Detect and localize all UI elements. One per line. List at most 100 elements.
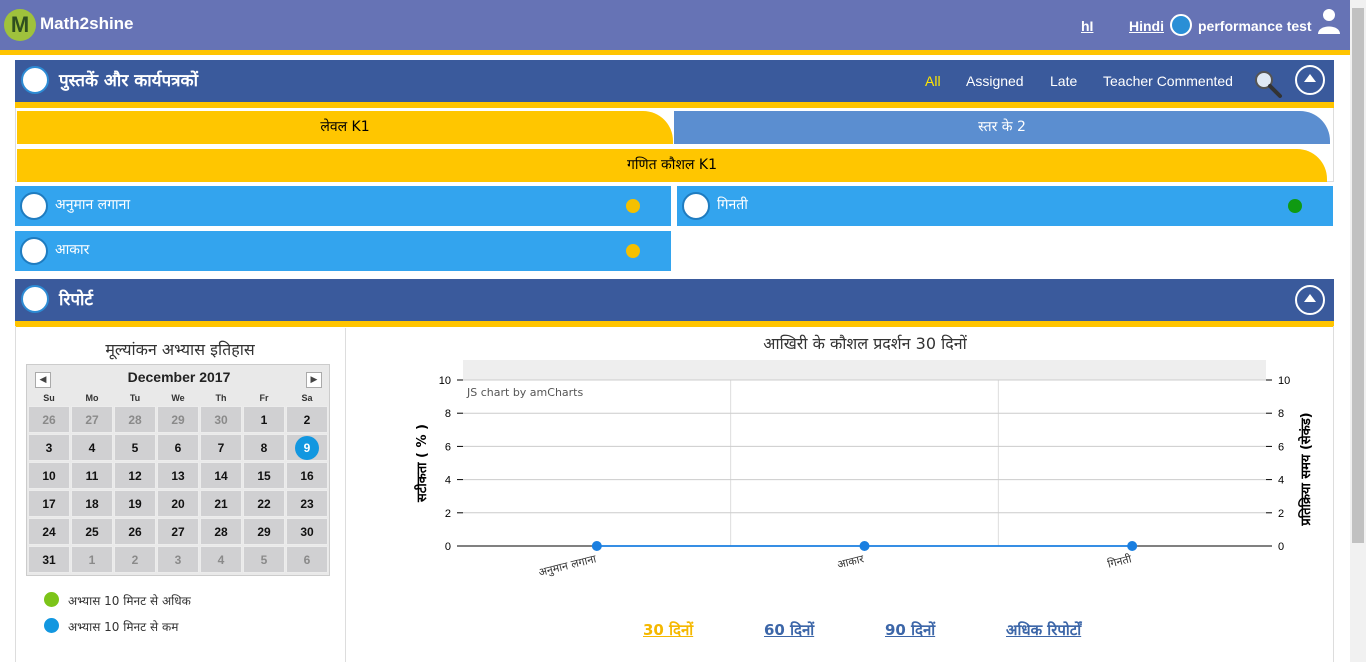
calendar-weekday: Sa: [301, 393, 313, 403]
calendar-today-marker: 9: [295, 436, 319, 460]
range-60-days-link[interactable]: 60 दिनों: [764, 620, 814, 640]
scrollbar-thumb[interactable]: [1352, 8, 1364, 543]
user-name[interactable]: performance test: [1198, 18, 1312, 34]
calendar-day[interactable]: 4: [200, 546, 242, 573]
calendar-day[interactable]: 30: [286, 518, 328, 545]
calendar-day[interactable]: 30: [200, 406, 242, 433]
tab-level-k1[interactable]: लेवल K1: [17, 111, 673, 144]
calendar-day[interactable]: 21: [200, 490, 242, 517]
book-icon: [20, 192, 48, 220]
calendar-next-icon[interactable]: ▶: [306, 372, 322, 388]
calendar-day[interactable]: 17: [28, 490, 70, 517]
range-90-days-link[interactable]: 90 दिनों: [885, 620, 935, 640]
more-reports-link[interactable]: अधिक रिपोर्टों: [1006, 620, 1081, 640]
y-right-tick-label: 4: [1278, 475, 1284, 487]
calendar-day[interactable]: 29: [157, 406, 199, 433]
user-icon[interactable]: [1318, 8, 1340, 34]
calendar-day[interactable]: 27: [71, 406, 113, 433]
calendar-day[interactable]: 2: [286, 406, 328, 433]
skill-item-counting[interactable]: गिनती: [677, 186, 1333, 226]
y-tick-label: 4: [445, 475, 451, 487]
calendar-weekday: Mo: [85, 393, 99, 403]
calendar-title: मूल्यांकन अभ्यास इतिहास: [105, 340, 255, 359]
skill-item-estimation[interactable]: अनुमान लगाना: [15, 186, 671, 226]
calendar-day[interactable]: 3: [157, 546, 199, 573]
skill-item-label: आकार: [55, 242, 90, 258]
calendar-day[interactable]: 31: [28, 546, 70, 573]
y-tick-label: 8: [445, 408, 451, 420]
x-tick-label: आकार: [836, 552, 866, 571]
calendar-day[interactable]: 23: [286, 490, 328, 517]
calendar-day[interactable]: 7: [200, 434, 242, 461]
calendar-day[interactable]: 9: [286, 434, 328, 461]
books-title: पुस्तकें और कार्यपत्रकों: [59, 71, 199, 91]
y-right-tick-label: 0: [1278, 541, 1284, 553]
report-divider: [345, 328, 346, 662]
calendar-day[interactable]: 13: [157, 462, 199, 489]
filter-late[interactable]: Late: [1050, 73, 1077, 89]
report-collapse-button[interactable]: [1295, 285, 1325, 315]
calendar-day[interactable]: 26: [114, 518, 156, 545]
calendar-day[interactable]: 6: [157, 434, 199, 461]
calendar-day[interactable]: 4: [71, 434, 113, 461]
y-tick-label: 10: [439, 375, 451, 387]
calendar-day[interactable]: 16: [286, 462, 328, 489]
report-chart-icon: [21, 285, 49, 313]
calendar-day[interactable]: 24: [28, 518, 70, 545]
calendar-day[interactable]: 18: [71, 490, 113, 517]
legend-blue-dot: [44, 618, 59, 633]
y-tick-label: 6: [445, 441, 451, 453]
x-tick-label: गिनती: [1106, 552, 1133, 571]
filter-all[interactable]: All: [925, 73, 941, 89]
tab-level-2[interactable]: स्तर के 2: [674, 111, 1330, 144]
calendar-day[interactable]: 5: [114, 434, 156, 461]
calendar-day[interactable]: 22: [243, 490, 285, 517]
language-name-link[interactable]: Hindi: [1129, 18, 1164, 34]
calendar-day[interactable]: 2: [114, 546, 156, 573]
skill-item-label: गिनती: [717, 197, 748, 213]
y-axis-label: सटीकता ( % ): [414, 424, 430, 503]
books-collapse-button[interactable]: [1295, 65, 1325, 95]
app-title[interactable]: Math2shine: [40, 14, 134, 34]
calendar-day[interactable]: 1: [243, 406, 285, 433]
calendar-weekday: Tu: [129, 393, 141, 403]
search-icon[interactable]: [1252, 68, 1284, 100]
tab-math-skill-k1[interactable]: गणित कौशल K1: [17, 149, 1327, 182]
calendar-day[interactable]: 1: [71, 546, 113, 573]
y-right-tick-label: 8: [1278, 408, 1284, 420]
skill-item-shape[interactable]: आकार: [15, 231, 671, 271]
filter-assigned[interactable]: Assigned: [966, 73, 1024, 89]
calendar-day[interactable]: 6: [286, 546, 328, 573]
y-right-axis-label: प्रतिक्रिया समय (सेकंड): [1298, 412, 1314, 526]
status-dot-icon: [626, 244, 640, 258]
y-right-tick-label: 2: [1278, 508, 1284, 520]
calendar-day[interactable]: 12: [114, 462, 156, 489]
filter-teacher-commented[interactable]: Teacher Commented: [1103, 73, 1233, 89]
language-code-link[interactable]: hI: [1081, 18, 1093, 34]
calendar-day[interactable]: 3: [28, 434, 70, 461]
book-icon: [20, 237, 48, 265]
range-30-days-link[interactable]: 30 दिनों: [643, 620, 693, 640]
calendar-day[interactable]: 28: [200, 518, 242, 545]
calendar-day[interactable]: 5: [243, 546, 285, 573]
app-logo-icon[interactable]: M: [4, 9, 36, 41]
calendar-day[interactable]: 19: [114, 490, 156, 517]
calendar-day[interactable]: 8: [243, 434, 285, 461]
calendar-day[interactable]: 29: [243, 518, 285, 545]
calendar-day[interactable]: 14: [200, 462, 242, 489]
calendar-day[interactable]: 20: [157, 490, 199, 517]
calendar-day[interactable]: 25: [71, 518, 113, 545]
calendar-day[interactable]: 27: [157, 518, 199, 545]
status-dot-icon: [1288, 199, 1302, 213]
top-bar-stripe: [0, 50, 1350, 55]
calendar-day[interactable]: 10: [28, 462, 70, 489]
calendar-day[interactable]: 15: [243, 462, 285, 489]
y-right-tick-label: 6: [1278, 441, 1284, 453]
legend-less-than-10: अभ्यास 10 मिनट से कम: [68, 620, 179, 634]
calendar-day[interactable]: 11: [71, 462, 113, 489]
calendar-day[interactable]: 26: [28, 406, 70, 433]
calendar-day[interactable]: 28: [114, 406, 156, 433]
x-tick-label: अनुमान लगाना: [537, 552, 598, 579]
badge-icon: [1170, 14, 1192, 36]
calendar-month: December 2017: [127, 369, 231, 385]
